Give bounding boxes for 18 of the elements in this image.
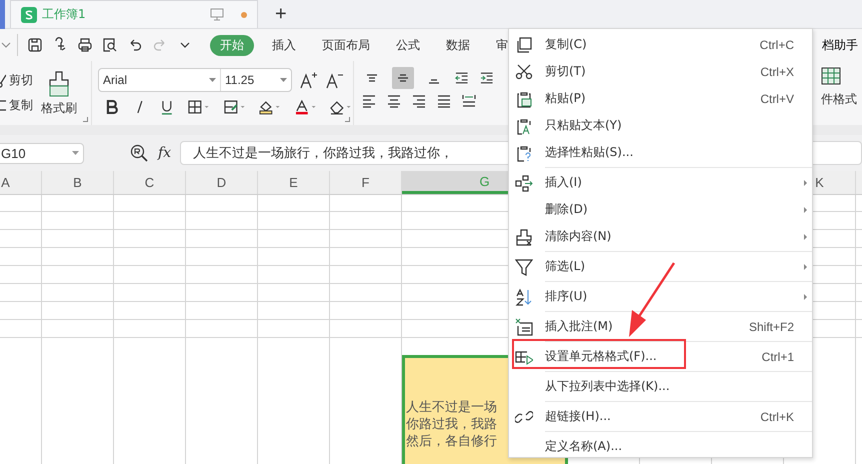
shortcut-text: Ctrl+V: [760, 92, 794, 106]
menu-item-label: 筛选(L): [545, 258, 586, 275]
menu-item-label: 复制(C): [545, 36, 588, 53]
menu-item-label: 清除内容(N): [545, 228, 612, 245]
shortcut-text: Ctrl+1: [762, 350, 794, 364]
document-title: 工作簿1: [42, 6, 86, 23]
menu-item-label: 插入批注(M): [545, 318, 614, 335]
cell-text: 人生不过是一场 你路过我，我路 然后，各自修行: [406, 399, 497, 450]
menu-item-label: 粘贴(P): [545, 90, 587, 107]
shortcut-text: Ctrl+X: [760, 64, 794, 78]
menu-item-label: 选择性粘贴(S)...: [545, 144, 634, 161]
menu-item-label: 只粘贴文本(Y): [545, 117, 623, 134]
shortcut-text: Ctrl+K: [760, 410, 794, 424]
menu-item-label: 排序(U): [545, 288, 588, 305]
shortcut-text: Shift+F2: [748, 320, 794, 334]
shortcut-text: Ctrl+C: [760, 38, 794, 52]
menu-item-label: 剪切(T): [545, 63, 587, 80]
menu-item-label: 删除(D): [545, 201, 589, 218]
